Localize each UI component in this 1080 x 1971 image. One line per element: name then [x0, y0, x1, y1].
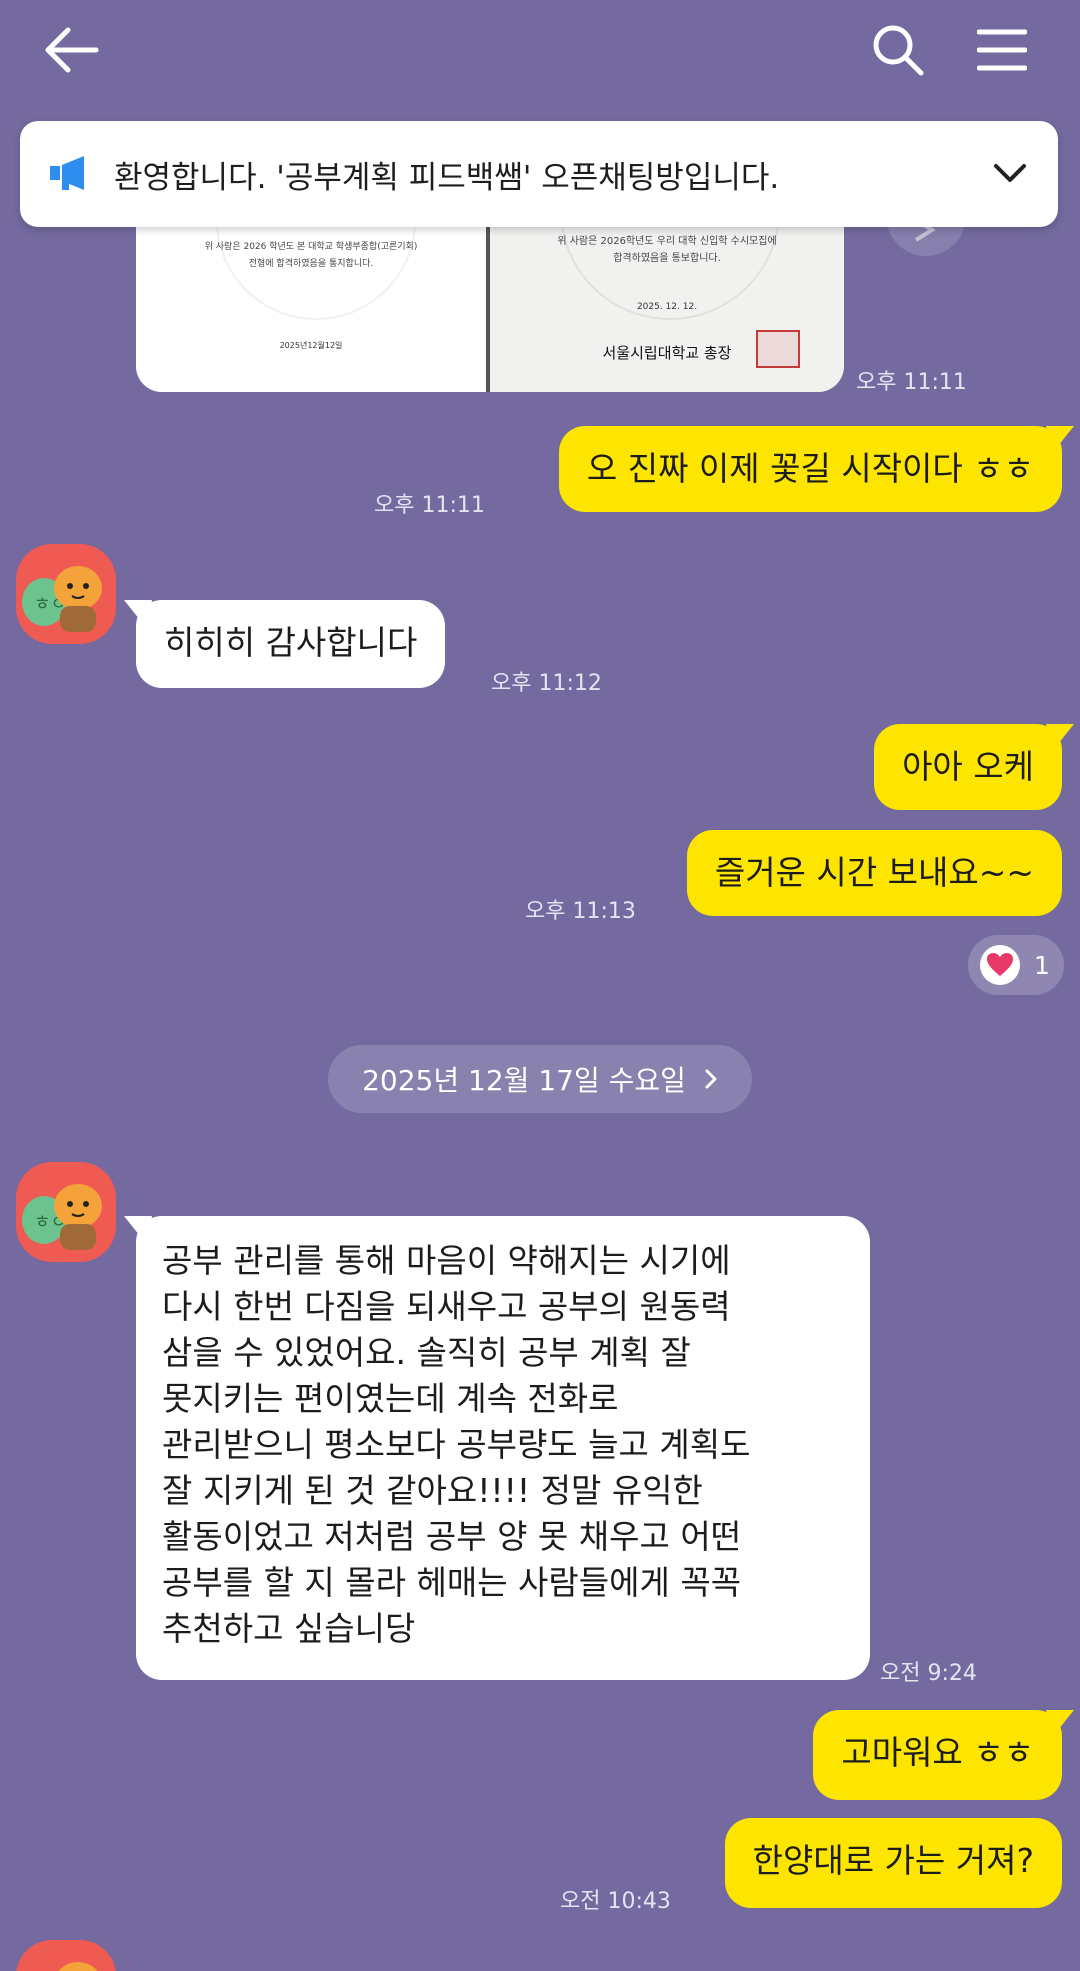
menu-icon — [977, 29, 1027, 71]
heart-icon — [987, 953, 1013, 976]
doc1-date: 2025년12월12일 — [279, 341, 343, 350]
message-time: 오후 11:11 — [374, 493, 485, 518]
message-line: 못지키는 편이였는데 계속 전화로 — [162, 1379, 619, 1418]
doc2-line1: 위 사람은 2026학년도 우리 대학 신입학 수시모집에 — [557, 236, 777, 247]
official-stamp — [756, 330, 800, 368]
message-line: 추천하고 싶습니당 — [162, 1609, 416, 1648]
message-time: 오전 10:43 — [560, 1889, 671, 1914]
character-avatar-icon: ㅎㅇ — [22, 1184, 102, 1250]
their-message[interactable]: 공부 관리를 통해 마음이 약해지는 시기에 다시 한번 다짐을 되새우고 공부… — [124, 1216, 870, 1680]
reaction-badge[interactable]: 1 — [968, 935, 1064, 995]
character-avatar-icon: ㅎㅇ — [22, 566, 102, 632]
my-message[interactable]: 한양대로 가는 거져? — [724, 1818, 1062, 1908]
message-text: 아아 오케 — [902, 747, 1034, 786]
avatar[interactable]: ㅎㅇ — [16, 1162, 116, 1262]
character-avatar-icon — [58, 1962, 98, 1971]
chevron-right-icon — [705, 1069, 717, 1089]
bubble-tail — [1046, 1710, 1074, 1738]
back-arrow-icon — [45, 27, 99, 73]
message-line: 잘 지키게 된 것 같아요!!!! 정말 유익한 — [162, 1471, 703, 1510]
bubble-tail — [1046, 426, 1074, 454]
bubble-tail — [124, 1216, 152, 1244]
message-line: 삼을 수 있었어요. 솔직히 공부 계획 잘 — [162, 1333, 691, 1372]
my-message[interactable]: 오 진짜 이제 꽃길 시작이다 ㅎㅎ — [558, 426, 1074, 512]
chevron-down-icon[interactable] — [992, 162, 1028, 186]
doc2-line2: 합격하였음을 통보합니다. — [613, 253, 721, 264]
message-line: 공부를 할 지 몰라 헤매는 사람들에게 꼭꼭 — [162, 1563, 742, 1602]
message-line: 다시 한번 다짐을 되새우고 공부의 원동력 — [162, 1287, 731, 1326]
chat-screen: 위 사람은 2026 학년도 본 대학교 학생부종합(고른기회) 전형에 합격하… — [0, 0, 1080, 1971]
message-time: 오후 11:13 — [525, 899, 636, 924]
notice-text: 환영합니다. '공부계획 피드백쌤' 오픈채팅방입니다. — [114, 159, 780, 196]
bubble-tail — [124, 600, 152, 628]
their-message[interactable]: 히히히 감사합니다 — [124, 600, 446, 688]
message-text: 즐거운 시간 보내요~~ — [714, 853, 1034, 892]
heart-reaction — [980, 945, 1020, 985]
bubble-tail — [1046, 724, 1074, 752]
message-text: 고마워요 ㅎㅎ — [841, 1733, 1034, 1772]
my-message[interactable]: 고마워요 ㅎㅎ — [813, 1710, 1074, 1800]
message-time: 오후 11:12 — [491, 671, 602, 696]
date-divider-text: 2025년 12월 17일 수요일 — [362, 1064, 686, 1097]
message-text: 히히히 감사합니다 — [164, 623, 418, 662]
notice-bar[interactable]: 환영합니다. '공부계획 피드백쌤' 오픈채팅방입니다. — [20, 121, 1058, 227]
doc1-line2: 전형에 합격하였음을 통지합니다. — [248, 259, 374, 269]
avatar[interactable]: ㅎㅇ — [16, 544, 116, 644]
message-text: 한양대로 가는 거져? — [752, 1841, 1034, 1880]
reaction-count: 1 — [1034, 950, 1050, 980]
avatar[interactable] — [16, 1940, 116, 1971]
search-button[interactable] — [862, 14, 934, 86]
my-message[interactable]: 즐거운 시간 보내요~~ — [686, 830, 1062, 916]
message-line: 관리받으니 평소보다 공부량도 늘고 계획도 — [162, 1425, 751, 1464]
message-line: 공부 관리를 통해 마음이 약해지는 시기에 — [162, 1241, 731, 1280]
search-icon — [873, 25, 924, 76]
doc2-date: 2025. 12. 12. — [636, 302, 698, 312]
my-message[interactable]: 아아 오케 — [874, 724, 1074, 810]
message-text: 오 진짜 이제 꽃길 시작이다 ㅎㅎ — [586, 449, 1034, 488]
doc1-line1: 위 사람은 2026 학년도 본 대학교 학생부종합(고른기회) — [204, 242, 418, 252]
menu-button[interactable] — [966, 14, 1038, 86]
message-line: 활동이었고 저처럼 공부 양 못 채우고 어떤 — [162, 1517, 742, 1556]
image-time: 오후 11:11 — [856, 370, 967, 395]
megaphone-icon — [50, 156, 84, 190]
message-time: 오전 9:24 — [880, 1661, 977, 1686]
date-divider[interactable]: 2025년 12월 17일 수요일 — [328, 1045, 752, 1113]
back-button[interactable] — [36, 14, 108, 86]
